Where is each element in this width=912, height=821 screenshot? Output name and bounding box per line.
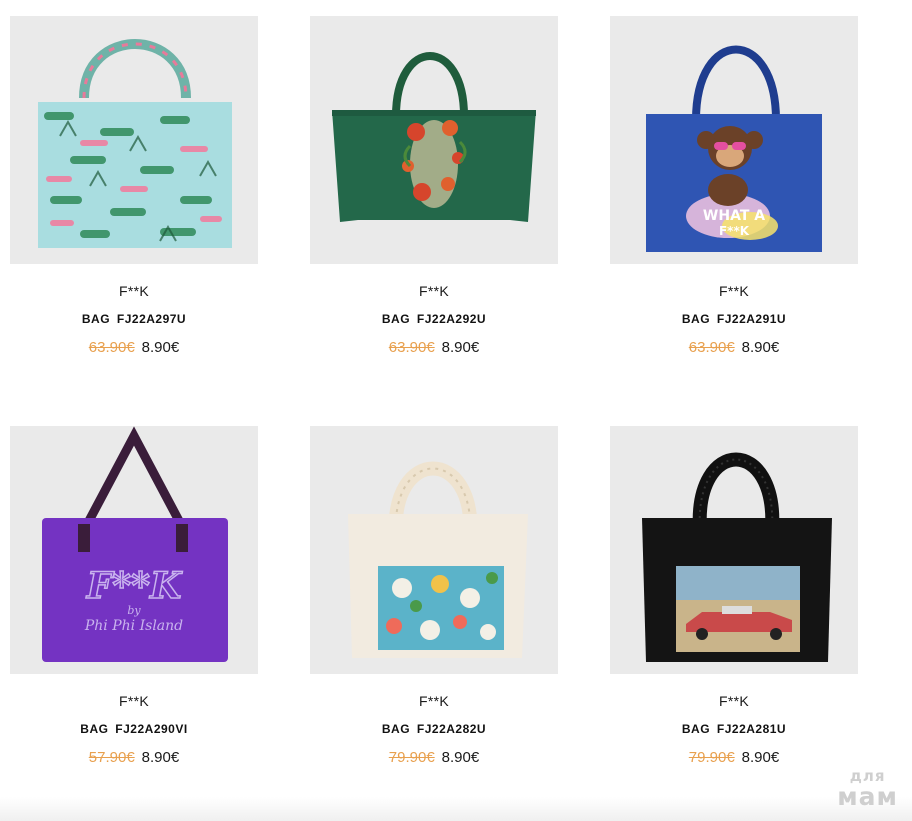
sale-price: 8.90€ — [741, 339, 780, 356]
product-image[interactable] — [610, 426, 858, 674]
watermark-bottom: мам — [837, 782, 898, 811]
svg-text:by: by — [127, 604, 141, 617]
product-card[interactable]: F**K BAG FJ22A297U 63.90€ 8.90€ — [10, 16, 258, 357]
product-brand[interactable]: F**K — [610, 283, 858, 300]
product-title[interactable]: BAG FJ22A291U — [610, 312, 858, 327]
product-title[interactable]: BAG FJ22A292U — [310, 312, 558, 327]
product-image[interactable] — [10, 16, 258, 264]
product-price: 63.90€ 8.90€ — [310, 339, 558, 357]
sale-price: 8.90€ — [441, 339, 480, 356]
product-card[interactable]: F**K by Phi Phi Island F**K BAG FJ22A290… — [10, 426, 258, 767]
svg-text:F**K: F**K — [719, 224, 750, 238]
product-brand[interactable]: F**K — [10, 693, 258, 710]
old-price: 79.90€ — [388, 749, 435, 766]
svg-text:WHAT A: WHAT A — [703, 208, 765, 224]
tote-bag-green-floral-icon — [332, 52, 536, 222]
tote-bag-blue-monkey-icon: WHAT A F**K — [646, 45, 822, 252]
product-price: 79.90€ 8.90€ — [310, 749, 558, 767]
sale-price: 8.90€ — [141, 749, 180, 766]
product-brand[interactable]: F**K — [610, 693, 858, 710]
product-card[interactable]: F**K BAG FJ22A282U 79.90€ 8.90€ — [310, 426, 558, 767]
bottom-fade — [0, 797, 912, 821]
product-image[interactable]: WHAT A F**K — [610, 16, 858, 264]
product-price: 57.90€ 8.90€ — [10, 749, 258, 767]
tote-bag-cream-skull-print-icon — [348, 461, 528, 658]
tote-bag-tropical-print-icon — [38, 39, 232, 248]
sale-price: 8.90€ — [441, 749, 480, 766]
tote-bag-purple-logo-icon: F**K by Phi Phi Island — [42, 426, 228, 662]
old-price: 63.90€ — [88, 339, 135, 356]
old-price: 63.90€ — [688, 339, 735, 356]
product-title[interactable]: BAG FJ22A282U — [310, 722, 558, 737]
svg-text:F**K: F**K — [86, 565, 183, 607]
sale-price: 8.90€ — [141, 339, 180, 356]
old-price: 63.90€ — [388, 339, 435, 356]
product-card[interactable]: WHAT A F**K F**K BAG FJ22A291U 63.90€ 8.9… — [610, 16, 858, 357]
product-image[interactable]: F**K by Phi Phi Island — [10, 426, 258, 674]
svg-text:Phi Phi Island: Phi Phi Island — [84, 618, 183, 634]
product-price: 63.90€ 8.90€ — [610, 339, 858, 357]
product-brand[interactable]: F**K — [10, 283, 258, 300]
product-title[interactable]: BAG FJ22A290VI — [10, 722, 258, 737]
product-card[interactable]: F**K BAG FJ22A281U 79.90€ 8.90€ — [610, 426, 858, 767]
sale-price: 8.90€ — [741, 749, 780, 766]
old-price: 57.90€ — [88, 749, 135, 766]
tote-bag-black-car-print-icon — [642, 452, 832, 662]
watermark-logo: для мам — [837, 769, 898, 811]
product-card[interactable]: F**K BAG FJ22A292U 63.90€ 8.90€ — [310, 16, 558, 357]
old-price: 79.90€ — [688, 749, 735, 766]
product-price: 79.90€ 8.90€ — [610, 749, 858, 767]
product-title[interactable]: BAG FJ22A281U — [610, 722, 858, 737]
product-brand[interactable]: F**K — [310, 283, 558, 300]
product-brand[interactable]: F**K — [310, 693, 558, 710]
product-image[interactable] — [310, 16, 558, 264]
product-image[interactable] — [310, 426, 558, 674]
product-title[interactable]: BAG FJ22A297U — [10, 312, 258, 327]
product-price: 63.90€ 8.90€ — [10, 339, 258, 357]
